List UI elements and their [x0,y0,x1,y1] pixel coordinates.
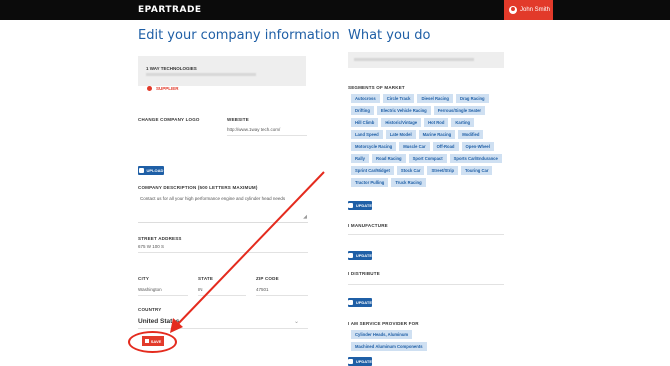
segment-tag[interactable]: Road Racing [372,154,406,163]
segment-tag[interactable]: Touring Car [461,166,493,175]
segment-tag[interactable]: Tractor Pulling [351,178,389,187]
segment-tag[interactable]: Stock Car [396,166,425,175]
blurred-text [354,58,474,61]
save-icon [348,253,353,258]
segment-tag[interactable]: Electric Vehicle Racing [376,106,431,115]
segment-tag[interactable]: Land Speed [351,130,383,139]
update-manufacture-button[interactable]: UPDATE [348,251,372,260]
segment-tag[interactable]: Late Model [385,130,416,139]
segment-tag[interactable]: Muscle Car [399,142,430,151]
update-distribute-button[interactable]: UPDATE [348,298,372,307]
segment-tag[interactable]: Open-Wheel [461,142,494,151]
segment-tag[interactable]: Street/Strip [427,166,459,175]
distribute-label: I DISTRIBUTE [348,271,380,276]
segment-tag[interactable]: Drifting [351,106,374,115]
segments-tag-list: Autocross Circle Track Diesel Racing Dra… [351,94,503,187]
update-label: UPDATE [355,253,372,258]
segment-tag[interactable]: Off-Road [432,142,459,151]
update-segments-button[interactable]: UPDATE [348,201,372,210]
segment-tag[interactable]: Sport Compact [408,154,447,163]
what-you-do-field[interactable] [348,52,504,68]
segment-tag[interactable]: Historic/Vintage [381,118,422,127]
update-service-button[interactable]: UPDATE [348,357,372,366]
section-title: What you do [348,28,431,43]
segment-tag[interactable]: Motorcycle Racing [351,142,397,151]
update-label: UPDATE [355,203,372,208]
annotation-arrow [170,171,325,333]
segments-label: SEGMENTS OF MARKET [348,85,405,90]
segment-tag[interactable]: Karting [451,118,475,127]
segment-tag[interactable]: Hot Rod [424,118,449,127]
segment-tag[interactable]: Ferrous/Single Seater [433,106,486,115]
manufacture-label: I MANUFACTURE [348,223,388,228]
segment-tag[interactable]: Sports Car/Endurance [449,154,502,163]
distribute-field[interactable] [348,284,504,285]
segment-tag[interactable]: Drag Racing [455,94,489,103]
update-label: UPDATE [355,359,372,364]
segment-tag[interactable]: Circle Track [382,94,415,103]
save-icon [348,359,353,364]
service-tag[interactable]: Cylinder Heads, Aluminum [351,330,413,339]
save-icon [348,300,353,305]
segment-tag[interactable]: Marine Racing [418,130,456,139]
segment-tag[interactable]: Diesel Racing [417,94,453,103]
segment-tag[interactable]: Autocross [351,94,380,103]
segment-tag[interactable]: Hill Climb [351,118,379,127]
manufacture-field[interactable] [348,234,504,235]
segment-tag[interactable]: Truck Racing [391,178,426,187]
segment-tag[interactable]: Sprint Car/Midget [351,166,394,175]
segment-tag[interactable]: Rally [351,154,370,163]
update-label: UPDATE [355,300,372,305]
segment-tag[interactable]: Modified [458,130,484,139]
save-icon [348,203,353,208]
service-tag[interactable]: Machined Aluminum Components [351,342,427,351]
service-label: I AM SERVICE PROVIDER FOR [348,321,419,326]
